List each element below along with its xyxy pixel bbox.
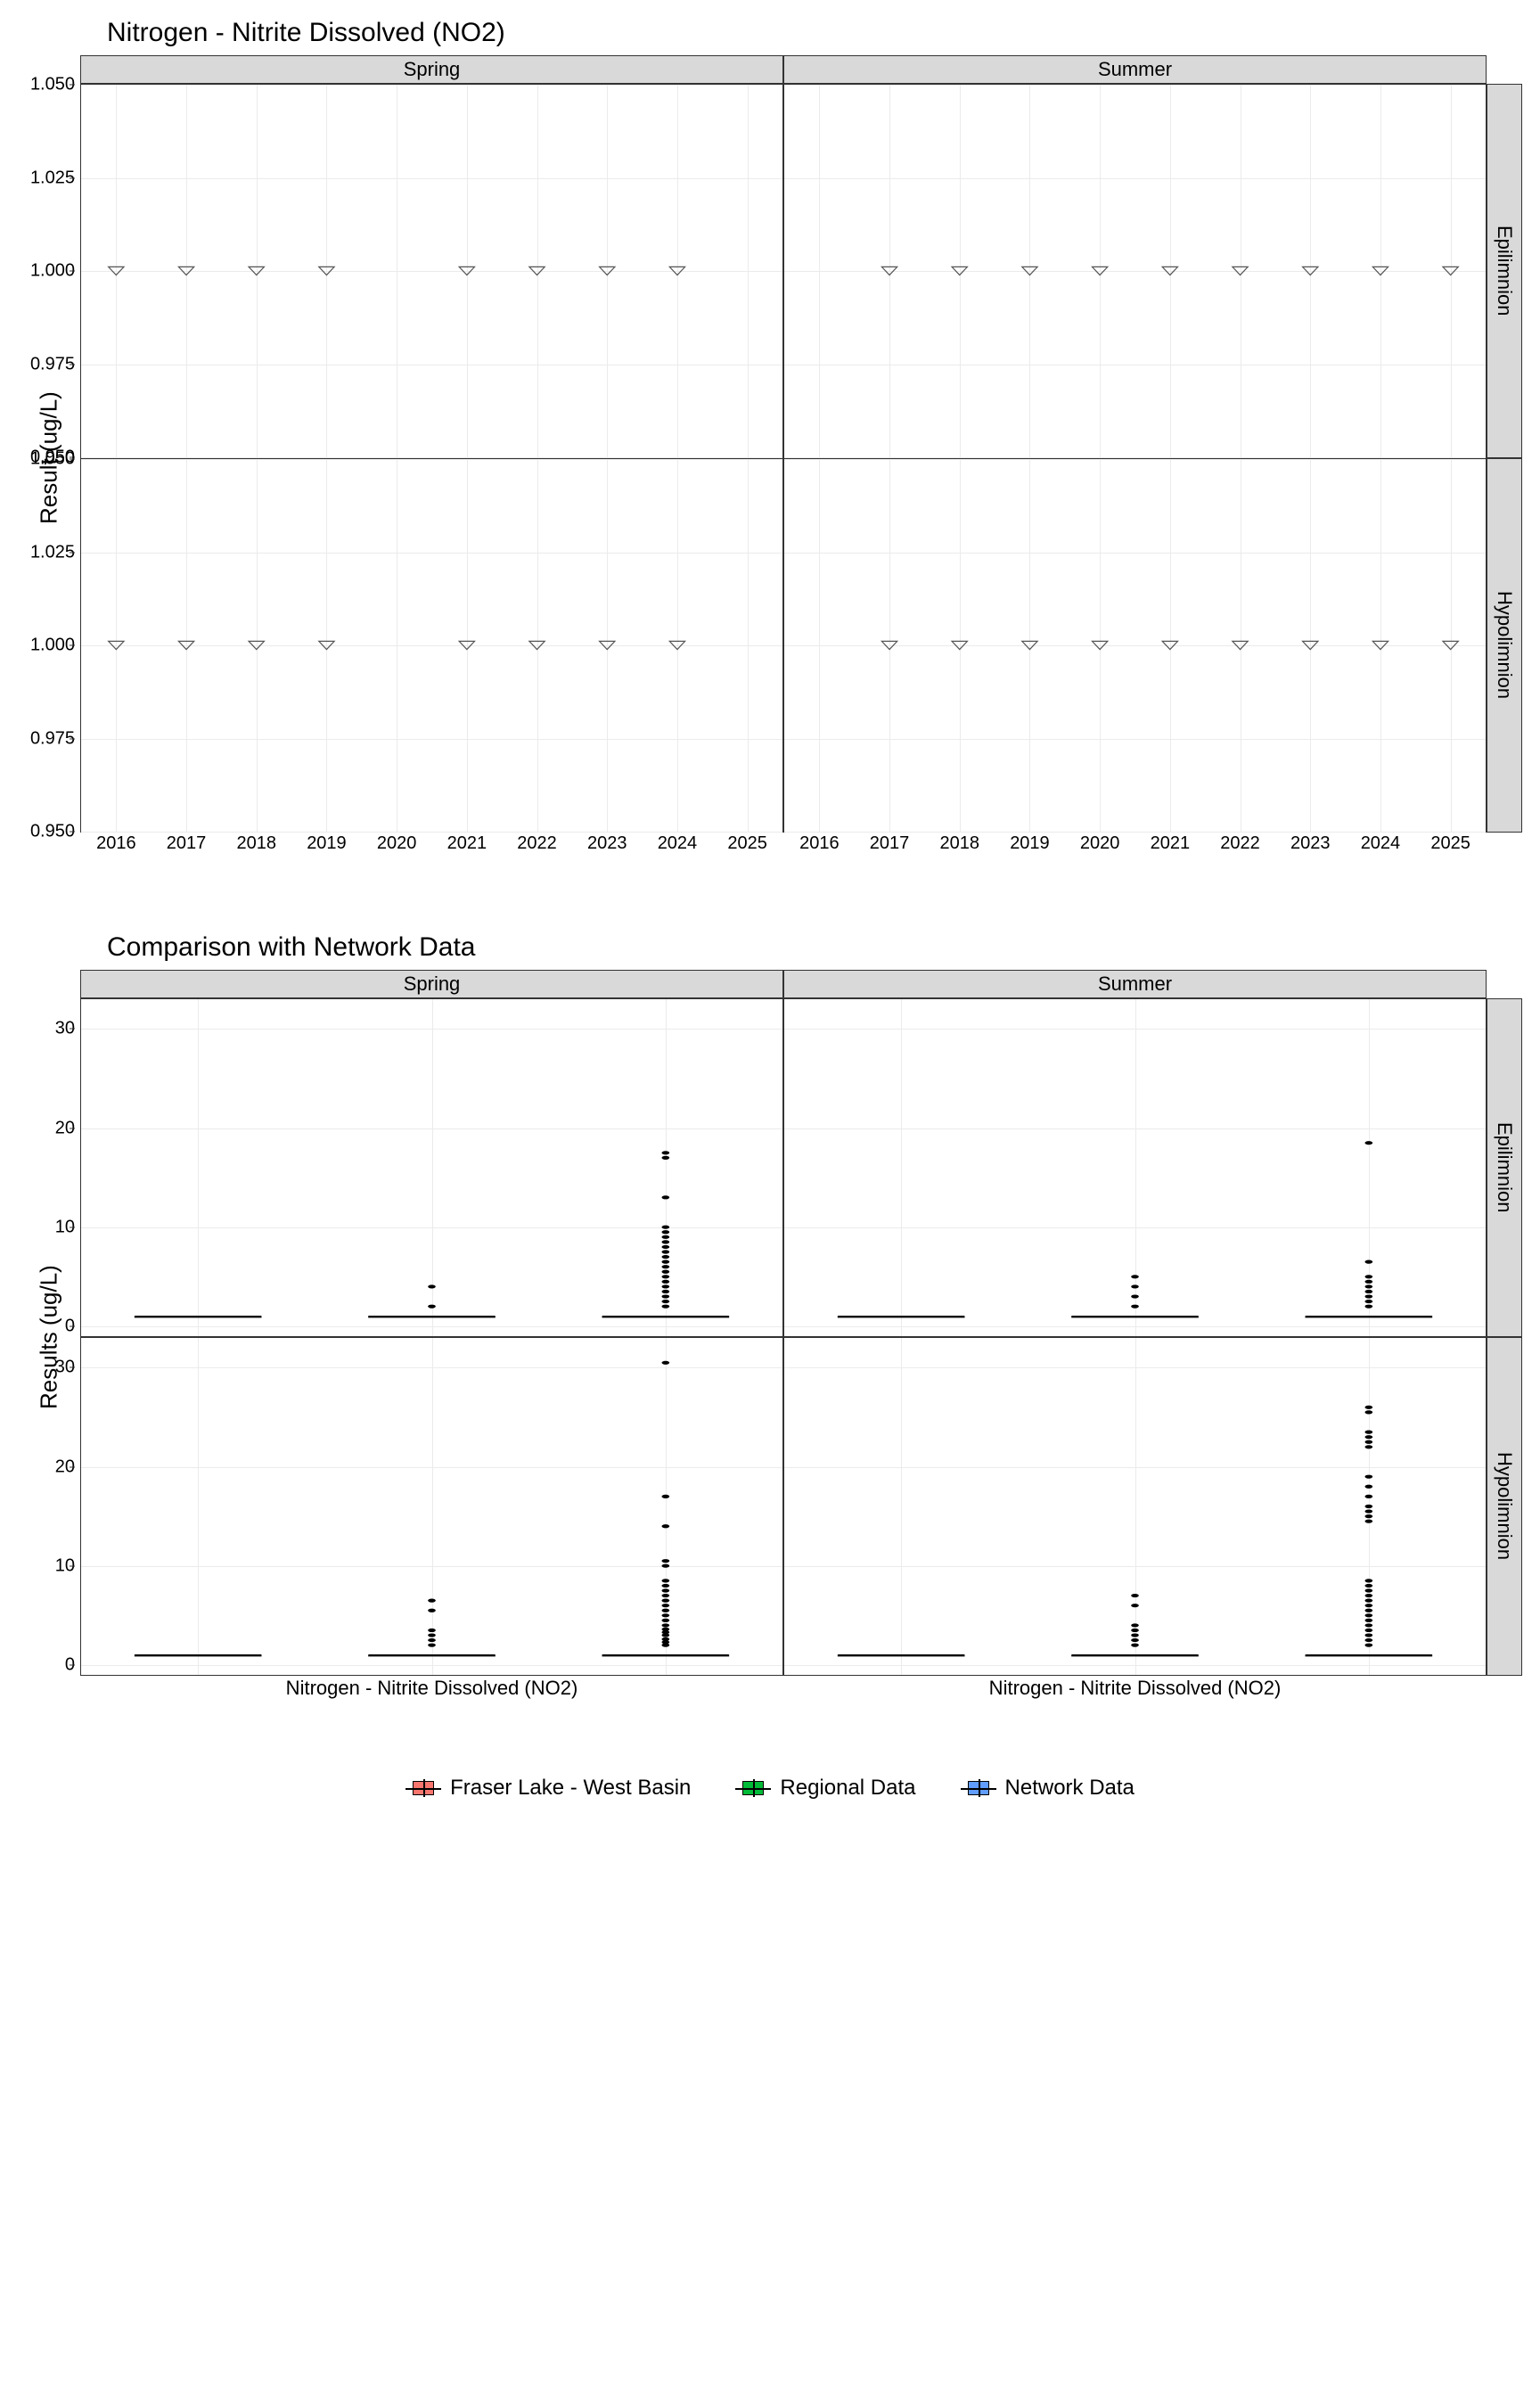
legend-item-network: Network Data <box>961 1776 1135 1801</box>
legend-key-fraser <box>405 1776 441 1801</box>
row-strip-hyp-2: Hypolimnion <box>1487 1337 1522 1676</box>
col-strip-spring: Spring <box>80 55 783 84</box>
legend-label: Regional Data <box>780 1776 915 1801</box>
row-strip-epi-2: Epilimnion <box>1487 998 1522 1337</box>
panel-spring-hyp-2: 0102030Nitrogen - Nitrite Dissolved (NO2… <box>80 1337 783 1676</box>
panel-summer-epi <box>783 84 1487 458</box>
facet-grid-bot: Results (ug/L) Spring Summer 0102030 Epi… <box>18 970 1522 1704</box>
chart-title-1: Nitrogen - Nitrite Dissolved (NO2) <box>107 18 1522 48</box>
row-strip-epi: Epilimnion <box>1487 84 1522 458</box>
chart-title-2: Comparison with Network Data <box>107 932 1522 963</box>
panel-summer-hyp: 2016201720182019202020212022202320242025 <box>783 458 1487 833</box>
col-strip-spring-2: Spring <box>80 970 783 998</box>
legend-label: Fraser Lake - West Basin <box>450 1776 691 1801</box>
legend-key-network <box>961 1776 996 1801</box>
col-strip-summer: Summer <box>783 55 1487 84</box>
legend-label: Network Data <box>1005 1776 1135 1801</box>
legend-item-regional: Regional Data <box>735 1776 915 1801</box>
row-strip-hyp: Hypolimnion <box>1487 458 1522 833</box>
facet-grid-top: Result (ug/L) Spring Summer 0.9500.9751.… <box>18 55 1522 861</box>
panel-spring-epi: 0.9500.9751.0001.0251.050 <box>80 84 783 458</box>
legend: Fraser Lake - West Basin Regional Data N… <box>18 1776 1522 1801</box>
legend-item-fraser: Fraser Lake - West Basin <box>405 1776 691 1801</box>
panel-spring-epi-2: 0102030 <box>80 998 783 1337</box>
panel-spring-hyp: 0.9500.9751.0001.0251.050201620172018201… <box>80 458 783 833</box>
panel-summer-hyp-2: Nitrogen - Nitrite Dissolved (NO2) <box>783 1337 1487 1676</box>
panel-summer-epi-2 <box>783 998 1487 1337</box>
col-strip-summer-2: Summer <box>783 970 1487 998</box>
legend-key-regional <box>735 1776 771 1801</box>
